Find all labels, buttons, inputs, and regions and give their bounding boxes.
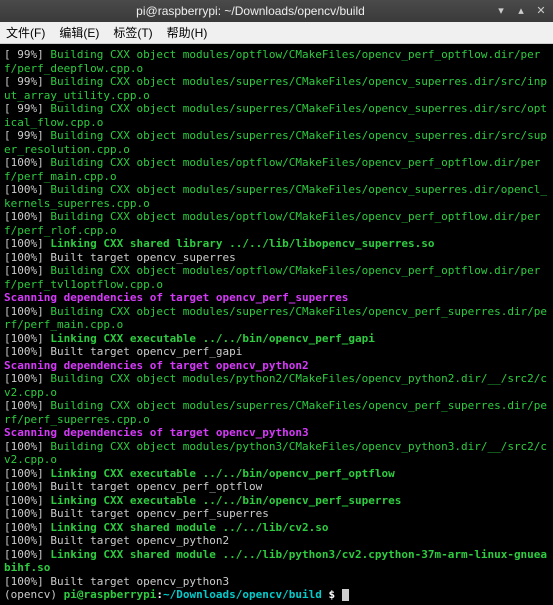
- build-line: [100%] Building CXX object modules/super…: [4, 183, 549, 210]
- minimize-button[interactable]: ▾: [495, 5, 507, 17]
- build-line: [ 99%] Building CXX object modules/super…: [4, 75, 549, 102]
- menubar: 文件(F) 编辑(E) 标签(T) 帮助(H): [0, 22, 553, 44]
- window-title: pi@raspberrypi: ~/Downloads/opencv/build: [6, 4, 495, 18]
- titlebar: pi@raspberrypi: ~/Downloads/opencv/build…: [0, 0, 553, 22]
- build-line: [ 99%] Building CXX object modules/super…: [4, 102, 549, 129]
- build-line: [100%] Linking CXX executable ../../bin/…: [4, 467, 549, 481]
- build-line: [100%] Building CXX object modules/pytho…: [4, 372, 549, 399]
- build-line: [100%] Linking CXX executable ../../bin/…: [4, 494, 549, 508]
- build-line: [100%] Built target opencv_perf_gapi: [4, 345, 549, 359]
- build-line: [100%] Linking CXX shared library ../../…: [4, 237, 549, 251]
- menu-file[interactable]: 文件(F): [6, 24, 45, 41]
- build-line: Scanning dependencies of target opencv_p…: [4, 291, 549, 305]
- build-line: [100%] Building CXX object modules/optfl…: [4, 156, 549, 183]
- prompt-line: (opencv) pi@raspberrypi:~/Downloads/open…: [4, 588, 549, 602]
- close-button[interactable]: ✕: [535, 5, 547, 17]
- build-line: [100%] Built target opencv_python3: [4, 575, 549, 589]
- build-line: [100%] Linking CXX executable ../../bin/…: [4, 332, 549, 346]
- cursor: [342, 589, 349, 601]
- build-line: [100%] Building CXX object modules/optfl…: [4, 210, 549, 237]
- build-line: [100%] Built target opencv_python2: [4, 534, 549, 548]
- build-line: [100%] Built target opencv_superres: [4, 251, 549, 265]
- build-line: [ 99%] Building CXX object modules/super…: [4, 129, 549, 156]
- build-line: [100%] Building CXX object modules/optfl…: [4, 264, 549, 291]
- menu-help[interactable]: 帮助(H): [167, 24, 208, 41]
- menu-edit[interactable]: 编辑(E): [59, 24, 99, 41]
- build-line: [100%] Linking CXX shared module ../../l…: [4, 521, 549, 535]
- build-line: [100%] Building CXX object modules/pytho…: [4, 440, 549, 467]
- build-line: [100%] Linking CXX shared module ../../l…: [4, 548, 549, 575]
- build-line: Scanning dependencies of target opencv_p…: [4, 359, 549, 373]
- menu-tabs[interactable]: 标签(T): [113, 24, 152, 41]
- build-line: [100%] Built target opencv_perf_superres: [4, 507, 549, 521]
- build-line: [100%] Building CXX object modules/super…: [4, 399, 549, 426]
- build-line: [100%] Building CXX object modules/super…: [4, 305, 549, 332]
- terminal-output[interactable]: [ 99%] Building CXX object modules/optfl…: [0, 44, 553, 605]
- window-controls: ▾ ▴ ✕: [495, 5, 547, 17]
- build-line: Scanning dependencies of target opencv_p…: [4, 426, 549, 440]
- maximize-button[interactable]: ▴: [515, 5, 527, 17]
- build-line: [ 99%] Building CXX object modules/optfl…: [4, 48, 549, 75]
- build-line: [100%] Built target opencv_perf_optflow: [4, 480, 549, 494]
